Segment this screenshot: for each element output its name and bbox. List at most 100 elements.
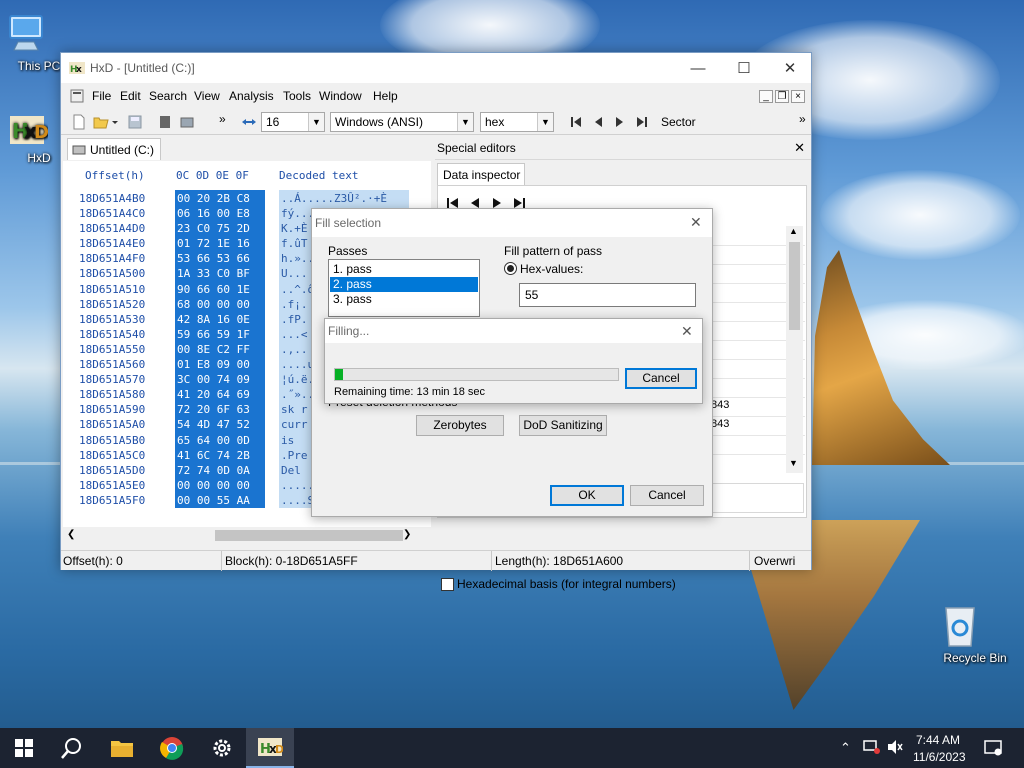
hex-cell[interactable]: 65 64 00 0D bbox=[177, 433, 265, 448]
scroll-right-icon[interactable]: ❯ bbox=[403, 529, 411, 540]
menu-window[interactable]: Window bbox=[319, 89, 362, 103]
horizontal-scrollbar[interactable]: ❮ ❯ bbox=[63, 527, 415, 544]
last-sector-icon[interactable] bbox=[634, 114, 650, 130]
bytes-per-row-combo[interactable]: 16 ▼ bbox=[261, 112, 325, 132]
menu-file[interactable]: File bbox=[92, 89, 111, 103]
hex-cell[interactable]: 00 00 55 AA bbox=[177, 493, 265, 508]
clock-date[interactable]: 11/6/2023 bbox=[913, 750, 966, 764]
new-file-icon[interactable] bbox=[71, 114, 87, 130]
offset-base-combo[interactable]: hex ▼ bbox=[480, 112, 554, 132]
offset-cell: 18D651A4D0 bbox=[79, 222, 146, 236]
hex-column[interactable]: 00 20 2B C8 06 16 00 E8 23 C0 75 2D 01 72 1… bbox=[175, 190, 265, 508]
menu-edit[interactable]: Edit bbox=[120, 89, 141, 103]
dialog-title-bar[interactable]: Filling... ✕ bbox=[325, 319, 702, 343]
prev-sector-icon[interactable] bbox=[590, 114, 606, 130]
hex-cell[interactable]: 54 4D 47 52 bbox=[177, 417, 265, 432]
mdi-close-button[interactable]: × bbox=[791, 90, 805, 103]
scroll-left-icon[interactable]: ❮ bbox=[67, 529, 75, 540]
chevron-down-icon[interactable]: ▼ bbox=[789, 458, 798, 468]
scroll-thumb[interactable] bbox=[789, 242, 800, 330]
hex-cell[interactable]: 90 66 60 1E bbox=[177, 282, 265, 297]
inspector-scrollbar[interactable]: ▲ ▼ bbox=[786, 226, 803, 473]
offset-cell: 18D651A560 bbox=[79, 358, 146, 372]
hex-cell[interactable]: 41 20 64 69 bbox=[177, 387, 265, 402]
hex-cell[interactable]: 41 6C 74 2B bbox=[177, 448, 265, 463]
network-icon[interactable] bbox=[862, 739, 880, 755]
volume-icon[interactable] bbox=[886, 739, 904, 755]
hex-cell[interactable]: 01 E8 09 00 bbox=[177, 357, 265, 372]
hex-cell[interactable]: 72 74 0D 0A bbox=[177, 463, 265, 478]
list-item[interactable]: 1. pass bbox=[330, 262, 478, 277]
decoded-cell[interactable]: ..Á.....Z3Û².·+È bbox=[281, 191, 409, 206]
hex-cell[interactable]: 42 8A 16 0E bbox=[177, 312, 265, 327]
desktop-icon-label: This PC bbox=[17, 59, 61, 73]
hex-cell[interactable]: 1A 33 C0 BF bbox=[177, 266, 265, 281]
first-sector-icon[interactable] bbox=[568, 114, 584, 130]
cancel-button[interactable]: Cancel bbox=[630, 485, 704, 506]
dod-sanitizing-button[interactable]: DoD Sanitizing bbox=[519, 415, 607, 436]
file-explorer-icon[interactable] bbox=[98, 728, 146, 768]
menu-help[interactable]: Help bbox=[373, 89, 398, 103]
hex-cell[interactable]: 72 20 6F 63 bbox=[177, 402, 265, 417]
menu-analysis[interactable]: Analysis bbox=[229, 89, 274, 103]
ram-icon[interactable] bbox=[179, 114, 195, 130]
scroll-thumb[interactable] bbox=[215, 530, 403, 541]
mdi-minimize-button[interactable]: _ bbox=[759, 90, 773, 103]
disk-icon[interactable] bbox=[157, 114, 173, 130]
maximize-button[interactable]: ☐ bbox=[721, 53, 767, 83]
cancel-filling-button[interactable]: Cancel bbox=[625, 368, 697, 389]
passes-list[interactable]: 1. pass 2. pass 3. pass bbox=[328, 259, 480, 317]
chevron-up-icon[interactable]: ⌃ bbox=[840, 740, 851, 756]
tab-data-inspector[interactable]: Data inspector bbox=[437, 163, 525, 185]
ok-button[interactable]: OK bbox=[550, 485, 624, 506]
zerobytes-button[interactable]: Zerobytes bbox=[416, 415, 504, 436]
minimize-button[interactable]: — bbox=[675, 53, 721, 83]
hex-cell[interactable]: 59 66 59 1F bbox=[177, 327, 265, 342]
hex-cell[interactable]: 23 C0 75 2D bbox=[177, 221, 265, 236]
hex-values-radio[interactable] bbox=[504, 262, 517, 275]
list-item[interactable]: 3. pass bbox=[330, 292, 478, 307]
hex-values-input[interactable]: 55 bbox=[519, 283, 696, 307]
next-sector-icon[interactable] bbox=[612, 114, 628, 130]
open-folder-icon[interactable] bbox=[93, 114, 109, 130]
close-icon[interactable]: ✕ bbox=[794, 140, 805, 156]
close-icon[interactable]: ✕ bbox=[690, 214, 702, 231]
hex-cell[interactable]: 00 8E C2 FF bbox=[177, 342, 265, 357]
close-icon[interactable]: ✕ bbox=[681, 323, 693, 340]
hxd-taskbar-icon[interactable]: HxD bbox=[246, 728, 294, 768]
hex-cell[interactable]: 00 20 2B C8 bbox=[177, 191, 265, 206]
close-button[interactable]: ✕ bbox=[767, 53, 813, 83]
hex-cell[interactable]: 06 16 00 E8 bbox=[177, 206, 265, 221]
hex-cell[interactable]: 01 72 1E 16 bbox=[177, 236, 265, 251]
toolbar-overflow-1[interactable]: » bbox=[219, 112, 226, 126]
window-title: HxD - [Untitled (C:)] bbox=[90, 61, 195, 75]
chevron-down-icon: ▼ bbox=[457, 113, 473, 131]
list-item-selected[interactable]: 2. pass bbox=[330, 277, 478, 292]
hex-cell[interactable]: 53 66 53 66 bbox=[177, 251, 265, 266]
title-bar[interactable]: Hx HxD - [Untitled (C:)] — ☐ ✕ bbox=[61, 53, 811, 83]
search-icon[interactable] bbox=[48, 728, 96, 768]
hexadecimal-basis-checkbox[interactable] bbox=[441, 578, 454, 591]
settings-icon[interactable] bbox=[198, 728, 246, 768]
menu-view[interactable]: View bbox=[194, 89, 220, 103]
status-mode: Overwri bbox=[754, 554, 796, 568]
save-icon[interactable] bbox=[127, 114, 143, 130]
dialog-title-bar[interactable]: Fill selection ✕ bbox=[312, 209, 712, 237]
tab-untitled-c[interactable]: Untitled (C:) bbox=[67, 138, 161, 160]
hex-cell[interactable]: 00 00 00 00 bbox=[177, 478, 265, 493]
chrome-icon[interactable] bbox=[148, 728, 196, 768]
toolbar-overflow-2[interactable]: » bbox=[799, 112, 806, 126]
menu-tools[interactable]: Tools bbox=[283, 89, 311, 103]
hex-cell[interactable]: 3C 00 74 09 bbox=[177, 372, 265, 387]
start-icon[interactable] bbox=[0, 728, 48, 768]
notifications-icon[interactable] bbox=[984, 740, 1002, 756]
chevron-down-icon[interactable] bbox=[111, 114, 119, 130]
desktop-icon-recycle-bin[interactable]: Recycle Bin bbox=[940, 602, 1010, 665]
charset-combo[interactable]: Windows (ANSI) ▼ bbox=[330, 112, 474, 132]
clock-time[interactable]: 7:44 AM bbox=[916, 733, 960, 747]
hex-cell[interactable]: 68 00 00 00 bbox=[177, 297, 265, 312]
menu-search[interactable]: Search bbox=[149, 89, 187, 103]
chevron-up-icon[interactable]: ▲ bbox=[789, 226, 798, 236]
inspector-edit-box[interactable] bbox=[708, 483, 804, 513]
mdi-restore-button[interactable]: ❐ bbox=[775, 90, 789, 103]
